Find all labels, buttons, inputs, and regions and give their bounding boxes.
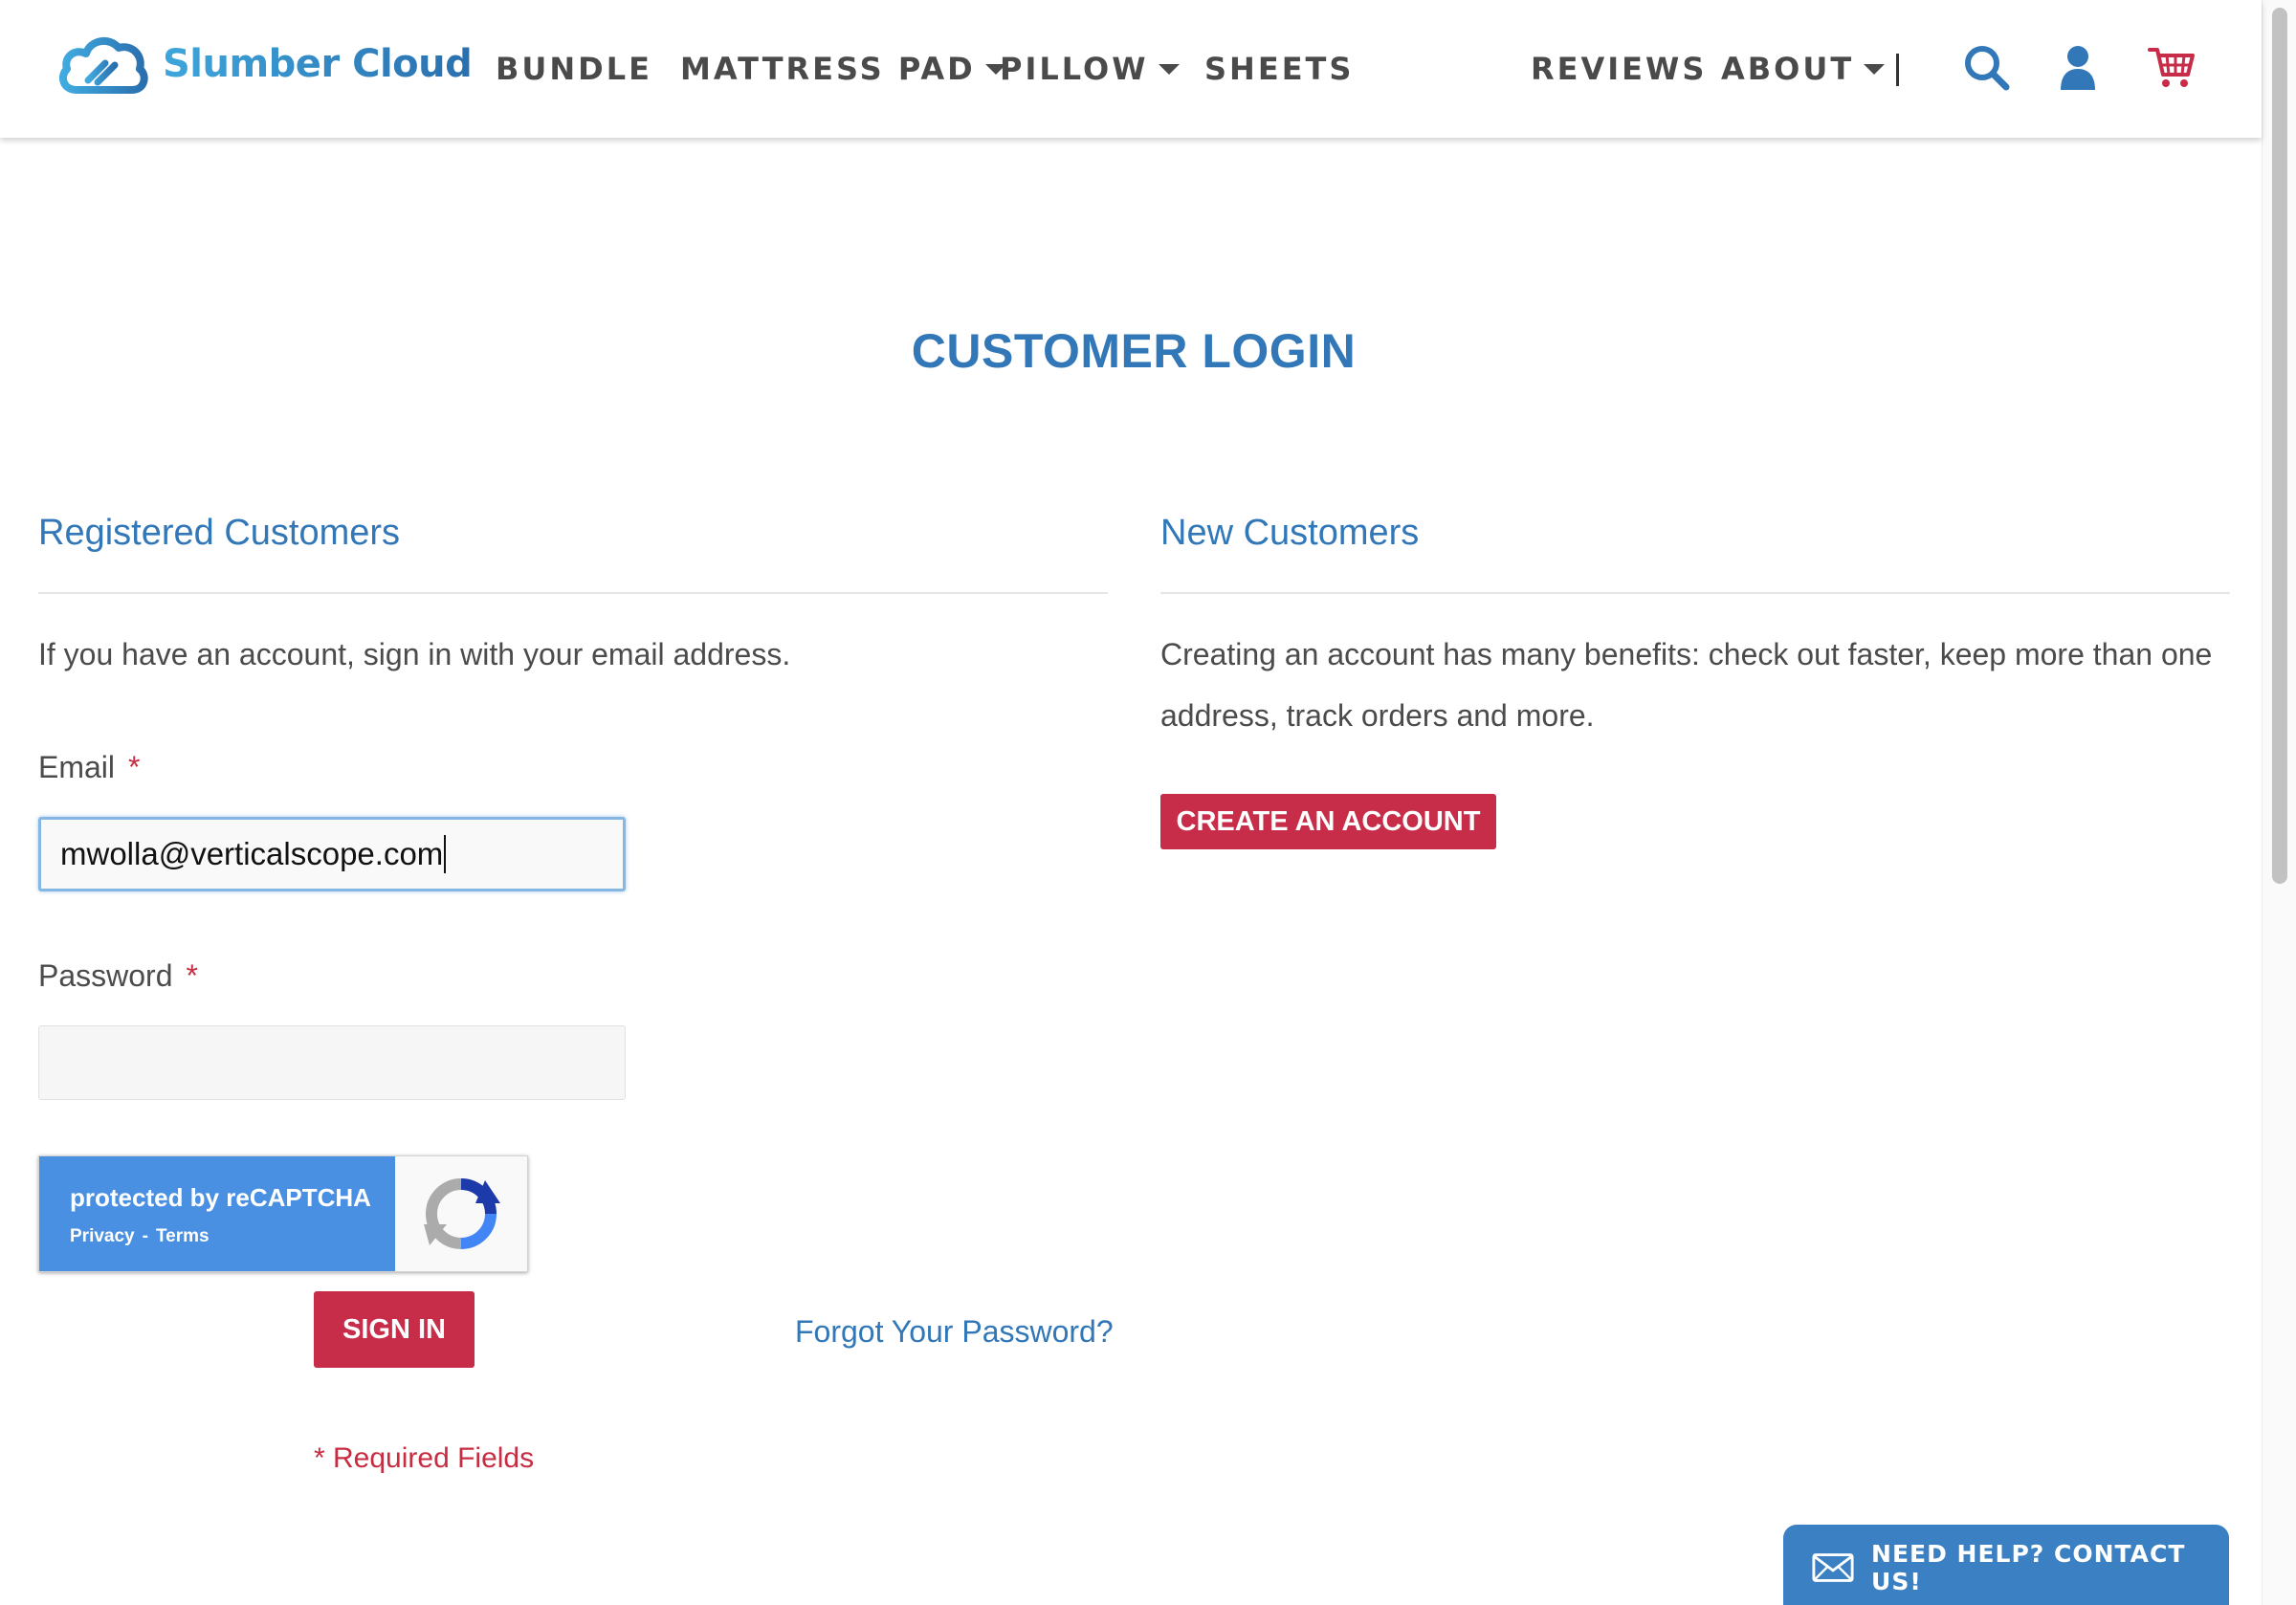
email-field-value: mwolla@verticalscope.com (60, 836, 444, 871)
recaptcha-links: Privacy - Terms (70, 1226, 395, 1247)
registered-customers-heading: Registered Customers (38, 513, 401, 553)
create-account-button[interactable]: CREATE AN ACCOUNT (1160, 794, 1496, 849)
chevron-down-icon (1158, 63, 1180, 75)
required-asterisk: * (186, 958, 198, 993)
recaptcha-terms-link[interactable]: Terms (156, 1226, 210, 1246)
password-field[interactable] (38, 1025, 626, 1100)
password-label: Password * (38, 958, 198, 994)
page: Slumber Cloud BUNDLE MATTRESS PAD PILLOW… (0, 0, 2296, 1605)
email-label-text: Email (38, 750, 116, 784)
chevron-down-icon (1864, 63, 1886, 75)
brand-logo[interactable]: Slumber Cloud (55, 31, 473, 98)
recaptcha-logo-panel (395, 1156, 527, 1271)
registered-intro: If you have an account, sign in with you… (38, 637, 791, 671)
search-button[interactable] (1961, 42, 2011, 92)
nav-mattress-pad-label: MATTRESS PAD (680, 51, 976, 87)
required-fields-note: * Required Fields (314, 1442, 535, 1474)
cart-button[interactable] (2147, 42, 2197, 92)
nav-pillow[interactable]: PILLOW (1000, 50, 1180, 88)
recaptcha-badge[interactable]: protected by reCAPTCHA Privacy - Terms (38, 1155, 528, 1272)
cloud-logo-icon (58, 36, 148, 94)
scrollbar[interactable] (2262, 0, 2296, 1605)
text-cursor (444, 835, 447, 873)
sign-in-button[interactable]: SIGN IN (314, 1291, 475, 1368)
registered-divider (38, 592, 1108, 594)
forgot-password-link[interactable]: Forgot Your Password? (795, 1314, 1114, 1350)
nav-pillow-label: PILLOW (1000, 51, 1149, 87)
scrollbar-thumb[interactable] (2272, 8, 2287, 884)
recaptcha-privacy-link[interactable]: Privacy (70, 1226, 135, 1246)
page-title: CUSTOMER LOGIN (911, 324, 1357, 378)
required-asterisk: * (128, 750, 141, 784)
account-button[interactable] (2053, 42, 2103, 92)
nav-sheets-label: SHEETS (1204, 51, 1355, 87)
nav-reviews-label: REVIEWS (1531, 51, 1708, 87)
nav-bundle[interactable]: BUNDLE (496, 50, 652, 88)
cart-icon (2148, 48, 2195, 87)
recaptcha-label: protected by reCAPTCHA (70, 1183, 371, 1212)
contact-help-button[interactable]: NEED HELP? CONTACT US! (1783, 1525, 2229, 1605)
user-icon (2061, 46, 2095, 90)
envelope-icon (1812, 1553, 1854, 1582)
new-customers-heading: New Customers (1160, 513, 1420, 553)
nav-sheets[interactable]: SHEETS (1204, 50, 1354, 88)
recaptcha-icon (424, 1178, 500, 1249)
brand-name: Slumber Cloud (163, 42, 473, 86)
nav-reviews[interactable]: REVIEWS (1531, 50, 1707, 88)
recaptcha-separator: - (142, 1226, 148, 1246)
nav-about-label: ABOUT (1721, 51, 1855, 87)
email-label: Email * (38, 750, 140, 785)
nav-bundle-label: BUNDLE (496, 51, 652, 87)
nav-mattress-pad[interactable]: MATTRESS PAD (680, 50, 1006, 88)
new-customers-intro: Creating an account has many benefits: c… (1160, 637, 2213, 733)
search-icon (1965, 46, 2010, 91)
site-header: Slumber Cloud BUNDLE MATTRESS PAD PILLOW… (0, 0, 2262, 138)
email-field[interactable]: mwolla@verticalscope.com (38, 817, 626, 891)
nav-about[interactable]: ABOUT (1721, 50, 1886, 88)
recaptcha-text-panel: protected by reCAPTCHA Privacy - Terms (39, 1156, 395, 1271)
password-label-text: Password (38, 958, 173, 993)
new-customers-divider (1160, 592, 2230, 594)
nav-divider (1896, 54, 1899, 86)
contact-help-label: NEED HELP? CONTACT US! (1871, 1540, 2186, 1595)
